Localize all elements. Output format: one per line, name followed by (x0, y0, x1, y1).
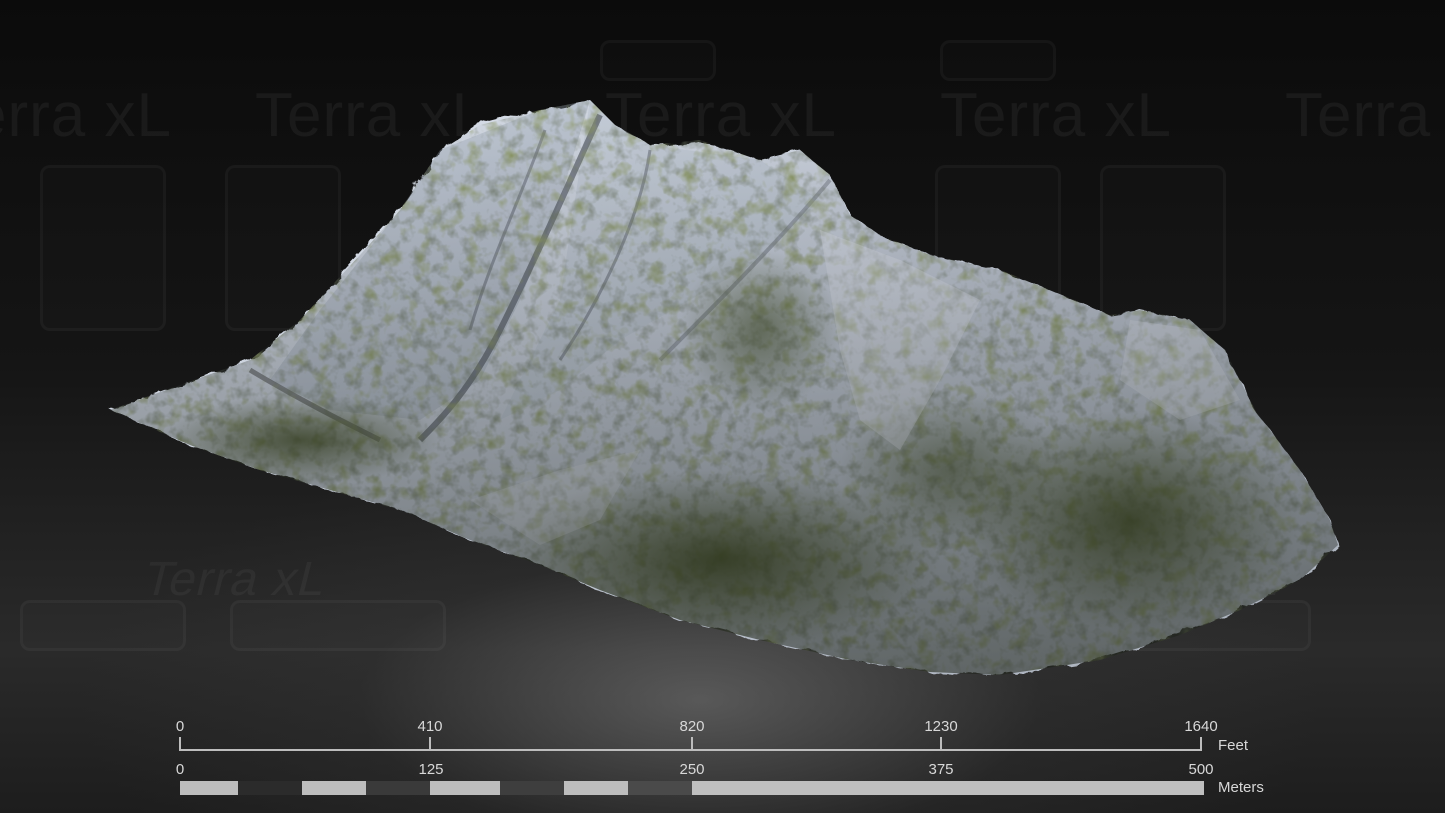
feet-tick-label: 820 (679, 718, 705, 735)
meters-bar-segment (500, 781, 564, 795)
meters-bar-segment (628, 781, 692, 795)
meters-bar-segment (302, 781, 366, 795)
meters-bar-segment (366, 781, 430, 795)
meters-tick-label: 500 (1188, 761, 1214, 778)
feet-unit-label: Feet (1218, 737, 1249, 754)
meters-unit-label: Meters (1218, 779, 1264, 796)
meters-scale-bar (180, 781, 1204, 795)
feet-tick-label: 410 (417, 718, 443, 735)
terrain-viewer: Terra xL Terra xL Terra xL Terra xL Terr… (0, 0, 1445, 813)
feet-tick-label: 1230 (924, 718, 958, 735)
meters-bar-segment (430, 781, 500, 795)
meters-bar-segment (692, 781, 1204, 795)
mountain-terrain-model (110, 100, 1338, 675)
meters-bar-segment (180, 781, 238, 795)
feet-scale-line (180, 749, 1202, 751)
feet-tick-label: 1640 (1184, 718, 1218, 735)
meters-bar-segment (564, 781, 628, 795)
meters-tick-label: 375 (928, 761, 954, 778)
feet-tick-label: 0 (175, 718, 185, 735)
meters-bar-segment (238, 781, 302, 795)
meters-tick-label: 0 (175, 761, 185, 778)
meters-tick-label: 125 (418, 761, 444, 778)
meters-tick-label: 250 (679, 761, 705, 778)
